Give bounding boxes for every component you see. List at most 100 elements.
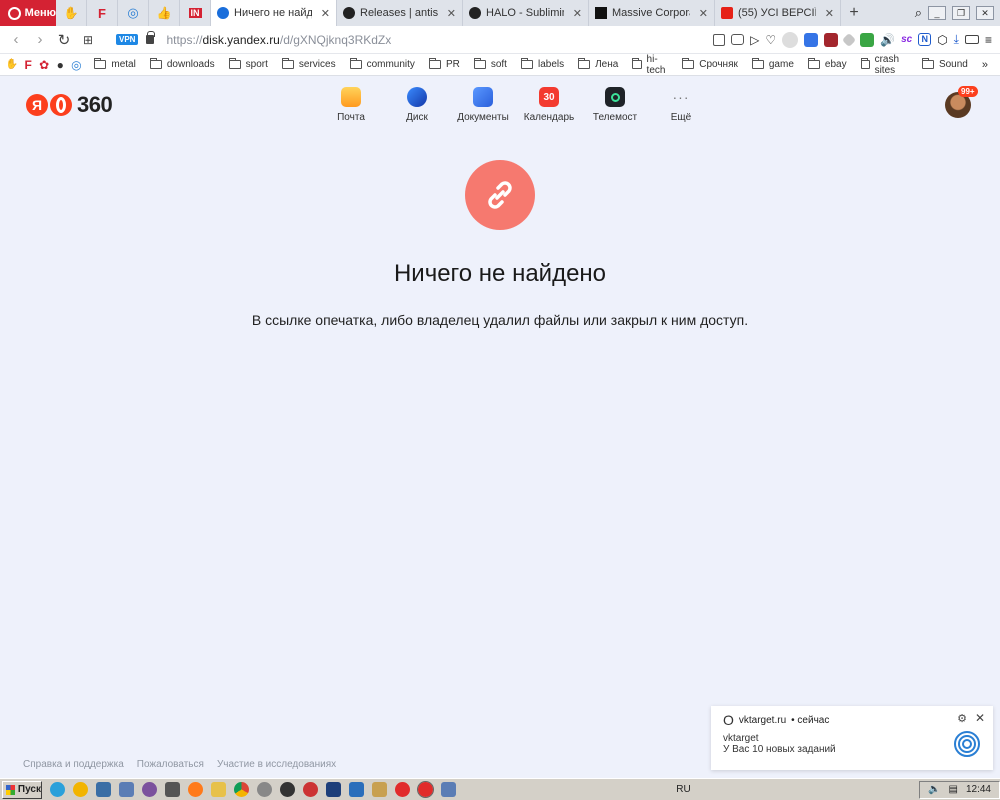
service-documents[interactable]: Документы	[450, 87, 516, 123]
volume-icon[interactable]: 🔊	[880, 33, 895, 47]
bookmark-ufo-icon[interactable]: ●	[52, 58, 68, 72]
bookmark-folder-12[interactable]: ebay	[807, 58, 847, 70]
bookmark-folder-0[interactable]: metal	[94, 58, 136, 70]
service-more[interactable]: ··· Ещё	[648, 87, 714, 123]
tray-sound-icon[interactable]: 🔈	[928, 784, 940, 795]
media-icon[interactable]	[165, 782, 180, 797]
bookmark-folder-2[interactable]: sport	[228, 58, 268, 70]
back-icon[interactable]: ‹	[4, 31, 28, 48]
camera-icon[interactable]	[731, 34, 745, 45]
aimp-icon[interactable]	[73, 782, 88, 797]
service-telemost[interactable]: Телемост	[582, 87, 648, 123]
minimize-button[interactable]: _	[928, 6, 946, 20]
bookmark-hand-icon[interactable]: ✋	[4, 59, 20, 70]
close-window-button[interactable]: ✕	[976, 6, 994, 20]
bookmark-folder-6[interactable]: soft	[473, 58, 507, 70]
bookmark-folder-11[interactable]: game	[751, 58, 794, 70]
pinned-tab-target[interactable]: ◎	[118, 0, 149, 26]
close-tab-icon[interactable]: ✕	[443, 7, 456, 20]
close-tab-icon[interactable]: ✕	[695, 7, 708, 20]
bookmark-target-icon[interactable]: ◎	[68, 58, 84, 72]
search-tabs-icon[interactable]: ⌕	[915, 5, 922, 21]
downloads-icon[interactable]: ⤓	[954, 32, 959, 47]
app-vs-icon[interactable]	[349, 782, 364, 797]
tab-0[interactable]: Ничего не найдено — ✕	[211, 0, 337, 26]
download-extension-icon[interactable]	[860, 32, 875, 47]
notification-popup[interactable]: O vktarget.ru • сейчас ⚙ ✕ vktarget У Ва…	[711, 706, 993, 770]
opera-taskbar-icon[interactable]	[395, 782, 410, 797]
firefox-icon[interactable]	[188, 782, 203, 797]
clock[interactable]: 12:44	[966, 784, 991, 795]
total-commander-icon[interactable]	[96, 782, 111, 797]
close-tab-icon[interactable]: ✕	[317, 7, 330, 20]
bookmark-f-icon[interactable]: F	[20, 58, 36, 72]
language-indicator[interactable]: RU	[676, 784, 690, 795]
tab-1[interactable]: Releases | antisound ✕	[337, 0, 463, 26]
forward-icon[interactable]: ›	[28, 31, 52, 48]
lock-icon[interactable]	[146, 31, 156, 44]
bookmark-folder-7[interactable]: labels	[520, 58, 564, 70]
bookmark-folder-13[interactable]: crash sites	[860, 54, 908, 76]
ip-app-icon[interactable]	[441, 782, 456, 797]
opera-active-taskbar-icon[interactable]	[417, 781, 434, 798]
sc-extension-icon[interactable]: sc	[901, 34, 912, 45]
app-blue-icon[interactable]	[326, 782, 341, 797]
vpn-badge[interactable]: VPN	[116, 34, 139, 45]
battery-icon[interactable]	[964, 35, 979, 44]
bookmark-folder-1[interactable]: downloads	[149, 58, 215, 70]
gear-icon[interactable]: ⚙	[957, 712, 967, 725]
p-app-icon[interactable]	[119, 782, 134, 797]
url-field[interactable]: https://disk.yandex.ru/d/gXNQjknq3RKdZx	[166, 33, 391, 47]
edit-icon[interactable]	[713, 33, 726, 46]
tray-network-icon[interactable]: ▤	[949, 784, 958, 795]
bookmark-folder-14[interactable]: Sound	[921, 58, 968, 70]
bookmark-folder-9[interactable]: hi-tech	[632, 54, 668, 76]
viber-icon[interactable]	[142, 782, 157, 797]
new-tab-button[interactable]: +	[841, 0, 867, 26]
bookmark-folder-8[interactable]: Лена	[578, 58, 618, 70]
bookmark-gear-icon[interactable]: ✿	[36, 58, 52, 72]
folder-taskbar-icon[interactable]	[211, 782, 226, 797]
footer-link-research[interactable]: Участие в исследованиях	[217, 759, 336, 770]
tab-2[interactable]: HALO - Subliminal Tra ✕	[463, 0, 589, 26]
service-calendar[interactable]: 30 Календарь	[516, 87, 582, 123]
extension-badge-icon[interactable]	[824, 32, 839, 47]
footer-link-report[interactable]: Пожаловаться	[137, 759, 204, 770]
bookmark-folder-3[interactable]: services	[281, 58, 336, 70]
close-icon[interactable]: ✕	[975, 711, 985, 725]
browser-menu-button[interactable]: Меню	[0, 0, 56, 26]
bookmark-folder-10[interactable]: Срочняк	[682, 58, 738, 70]
service-disk[interactable]: Диск	[384, 87, 450, 123]
yandex-360-logo[interactable]: Я 360	[26, 92, 113, 118]
tab-3[interactable]: Massive Corporate Dis ✕	[589, 0, 715, 26]
bookmarks-more-button[interactable]: »	[982, 59, 988, 71]
pinned-tab-like[interactable]: 👍	[149, 0, 180, 26]
pinned-tab-hand[interactable]: ✋	[56, 0, 87, 26]
start-button[interactable]: Пуск	[2, 780, 42, 799]
close-tab-icon[interactable]: ✕	[821, 7, 834, 20]
tab-4[interactable]: (55) УСІ ВЕРСІЇ ДО ✕	[715, 0, 841, 26]
chrome-icon[interactable]	[234, 782, 249, 797]
eye-icon[interactable]	[280, 782, 295, 797]
bookmark-folder-4[interactable]: community	[349, 58, 415, 70]
cube-icon[interactable]: ⬡	[937, 33, 947, 47]
heart-icon[interactable]: ♡	[765, 33, 776, 47]
menu-lines-icon[interactable]: ≡	[985, 33, 992, 47]
maximize-button[interactable]: ❐	[952, 6, 970, 20]
footer-link-help[interactable]: Справка и поддержка	[23, 759, 124, 770]
speed-dial-icon[interactable]: ⊞	[76, 33, 100, 47]
diamond-extension-icon[interactable]	[842, 32, 857, 47]
n-extension-icon[interactable]: N	[918, 33, 932, 46]
winamp-icon[interactable]	[372, 782, 387, 797]
translate-extension-icon[interactable]	[804, 32, 819, 47]
settings-icon[interactable]	[257, 782, 272, 797]
bookmark-folder-5[interactable]: PR	[428, 58, 460, 70]
pinned-tab-f[interactable]: F	[87, 0, 118, 26]
send-icon[interactable]: ▷	[750, 33, 759, 47]
globe-extension-icon[interactable]	[782, 31, 799, 48]
telegram-icon[interactable]	[50, 782, 65, 797]
service-mail[interactable]: Почта	[318, 87, 384, 123]
close-tab-icon[interactable]: ✕	[569, 7, 582, 20]
pinned-tab-in[interactable]: IN	[180, 0, 211, 26]
reload-icon[interactable]: ↻	[52, 31, 76, 49]
